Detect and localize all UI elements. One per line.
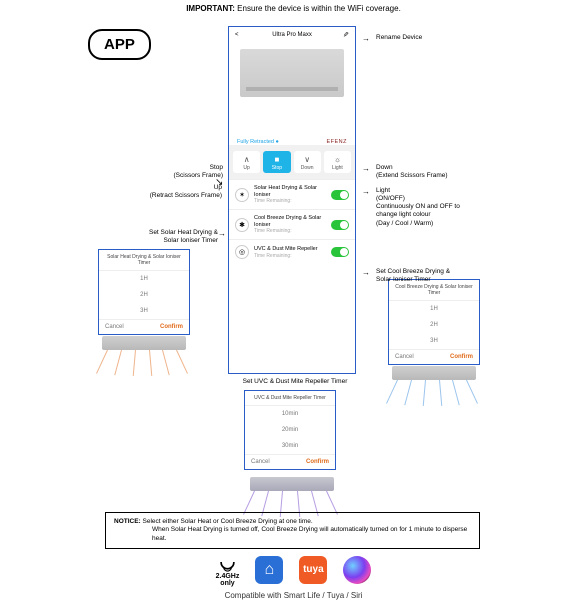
feature-uvc[interactable]: ◎ UVC & Dust Mite RepellerTime Remaining…	[229, 239, 355, 264]
timer-option[interactable]: 20min	[245, 422, 335, 438]
timer-option[interactable]: 30min	[245, 438, 335, 454]
app-badge: APP	[88, 29, 151, 60]
stop-icon: ■	[263, 155, 290, 165]
up-button[interactable]: ∧Up	[233, 151, 260, 173]
arrow-icon: →	[362, 187, 370, 196]
cancel-button[interactable]: Cancel	[251, 459, 270, 465]
cool-toggle[interactable]	[331, 220, 349, 230]
light-icon: ☼	[324, 155, 351, 165]
down-icon: ∨	[294, 155, 321, 165]
label-stop: Stop (Scissors Frame)	[145, 164, 223, 180]
arrow-icon: →	[362, 164, 370, 173]
edit-icon[interactable]: ✎	[343, 31, 349, 39]
illustration-cool	[388, 366, 480, 410]
timer-option[interactable]: 10min	[245, 406, 335, 422]
smartlife-icon: ⌂	[255, 556, 283, 584]
device-image	[240, 49, 344, 97]
feature-cool[interactable]: ✱ Cool Breeze Drying & Solar IoniserTime…	[229, 209, 355, 239]
fan-icon: ✱	[235, 218, 249, 232]
sun-icon: ✶	[235, 188, 249, 202]
cancel-button[interactable]: Cancel	[105, 324, 124, 330]
popup-cool-timer: Cool Breeze Drying & Solar Ioniser Timer…	[388, 279, 480, 365]
arrow-icon: →	[362, 34, 370, 43]
stop-button[interactable]: ■Stop	[263, 151, 290, 173]
timer-option[interactable]: 3H	[99, 303, 189, 319]
uvc-icon: ◎	[235, 245, 249, 259]
timer-option[interactable]: 2H	[99, 287, 189, 303]
popup-solar-timer: Solar Heat Drying & Solar Ioniser Timer …	[98, 249, 190, 335]
label-solar-timer: Set Solar Heat Drying & Solar Ioniser Ti…	[110, 229, 218, 245]
arrow-icon: →	[362, 268, 370, 277]
confirm-button[interactable]: Confirm	[306, 459, 329, 465]
arrow-icon: →	[218, 229, 226, 238]
siri-icon	[343, 556, 371, 584]
label-up: Up (Retract Scissors Frame)	[122, 184, 222, 200]
brand-label: EFENZ	[326, 139, 347, 145]
confirm-button[interactable]: Confirm	[450, 354, 473, 360]
uvc-toggle[interactable]	[331, 247, 349, 257]
arrow-icon: ↘	[215, 177, 223, 188]
wifi-icon: ◡◡	[216, 552, 240, 573]
wifi-badge: ◡◡ 2.4GHzonly	[216, 552, 240, 587]
feature-solar[interactable]: ✶ Solar Heat Drying & Solar IoniserTime …	[229, 179, 355, 209]
label-cool-timer: Set Cool Breeze Drying & Solar Ioniser T…	[376, 268, 476, 284]
timer-option[interactable]: 1H	[99, 271, 189, 287]
solar-toggle[interactable]	[331, 190, 349, 200]
device-title: Ultra Pro Maxx	[241, 32, 343, 38]
label-down: Down (Extend Scissors Frame)	[376, 164, 448, 180]
popup-uvc-timer: UVC & Dust Mite Repeller Timer 10min 20m…	[244, 390, 336, 470]
cancel-button[interactable]: Cancel	[395, 354, 414, 360]
confirm-button[interactable]: Confirm	[160, 324, 183, 330]
label-uvc-timer: Set UVC & Dust Mite Repeller Timer	[230, 378, 360, 386]
important-line: IMPORTANT: Ensure the device is within t…	[0, 4, 587, 13]
tuya-icon: tuya	[299, 556, 327, 584]
phone-app-screenshot: < Ultra Pro Maxx ✎ Fully Retracted ● EFE…	[228, 26, 356, 374]
light-button[interactable]: ☼Light	[324, 151, 351, 173]
timer-option[interactable]: 1H	[389, 301, 479, 317]
timer-option[interactable]: 2H	[389, 317, 479, 333]
illustration-solar	[98, 336, 190, 380]
down-button[interactable]: ∨Down	[294, 151, 321, 173]
up-icon: ∧	[233, 155, 260, 165]
compat-text: Compatible with Smart Life / Tuya / Siri	[0, 591, 587, 600]
label-rename: Rename Device	[376, 34, 422, 42]
footer: ◡◡ 2.4GHzonly ⌂ tuya Compatible with Sma…	[0, 552, 587, 600]
timer-option[interactable]: 3H	[389, 333, 479, 349]
label-light: Light (ON/OFF) Continuously ON and OFF t…	[376, 187, 496, 228]
notice-box: NOTICE: Select either Solar Heat or Cool…	[105, 512, 480, 549]
status-text: Fully Retracted ●	[237, 139, 279, 145]
